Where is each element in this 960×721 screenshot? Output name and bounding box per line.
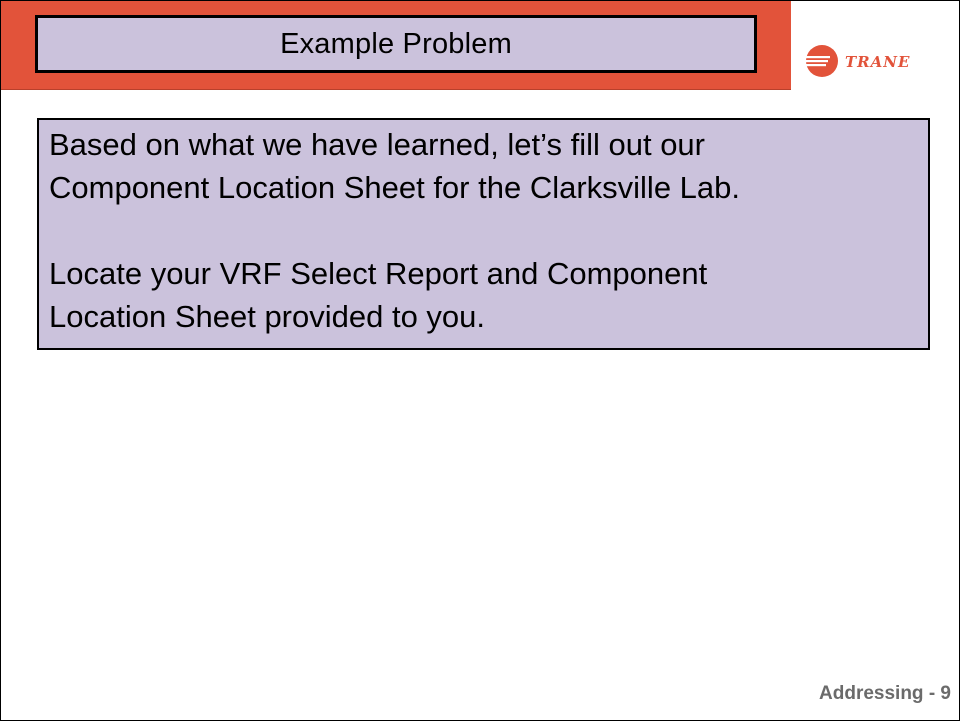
slide: Example Problem TRANE Based on what we h… xyxy=(0,0,960,721)
slide-title: Example Problem xyxy=(280,27,512,60)
trane-logo-wordmark: TRANE xyxy=(845,53,910,71)
trane-logo: TRANE xyxy=(804,45,910,77)
footer-label: Addressing - 9 xyxy=(819,683,951,704)
header-band: Example Problem xyxy=(1,1,791,90)
body-text-box: Based on what we have learned, let’s fil… xyxy=(37,118,930,350)
body-paragraph-1: Based on what we have learned, let’s fil… xyxy=(49,127,741,205)
trane-logo-icon xyxy=(804,45,838,77)
body-paragraph-2: Locate your VRF Select Report and Compon… xyxy=(49,256,708,334)
title-box: Example Problem xyxy=(35,15,757,73)
